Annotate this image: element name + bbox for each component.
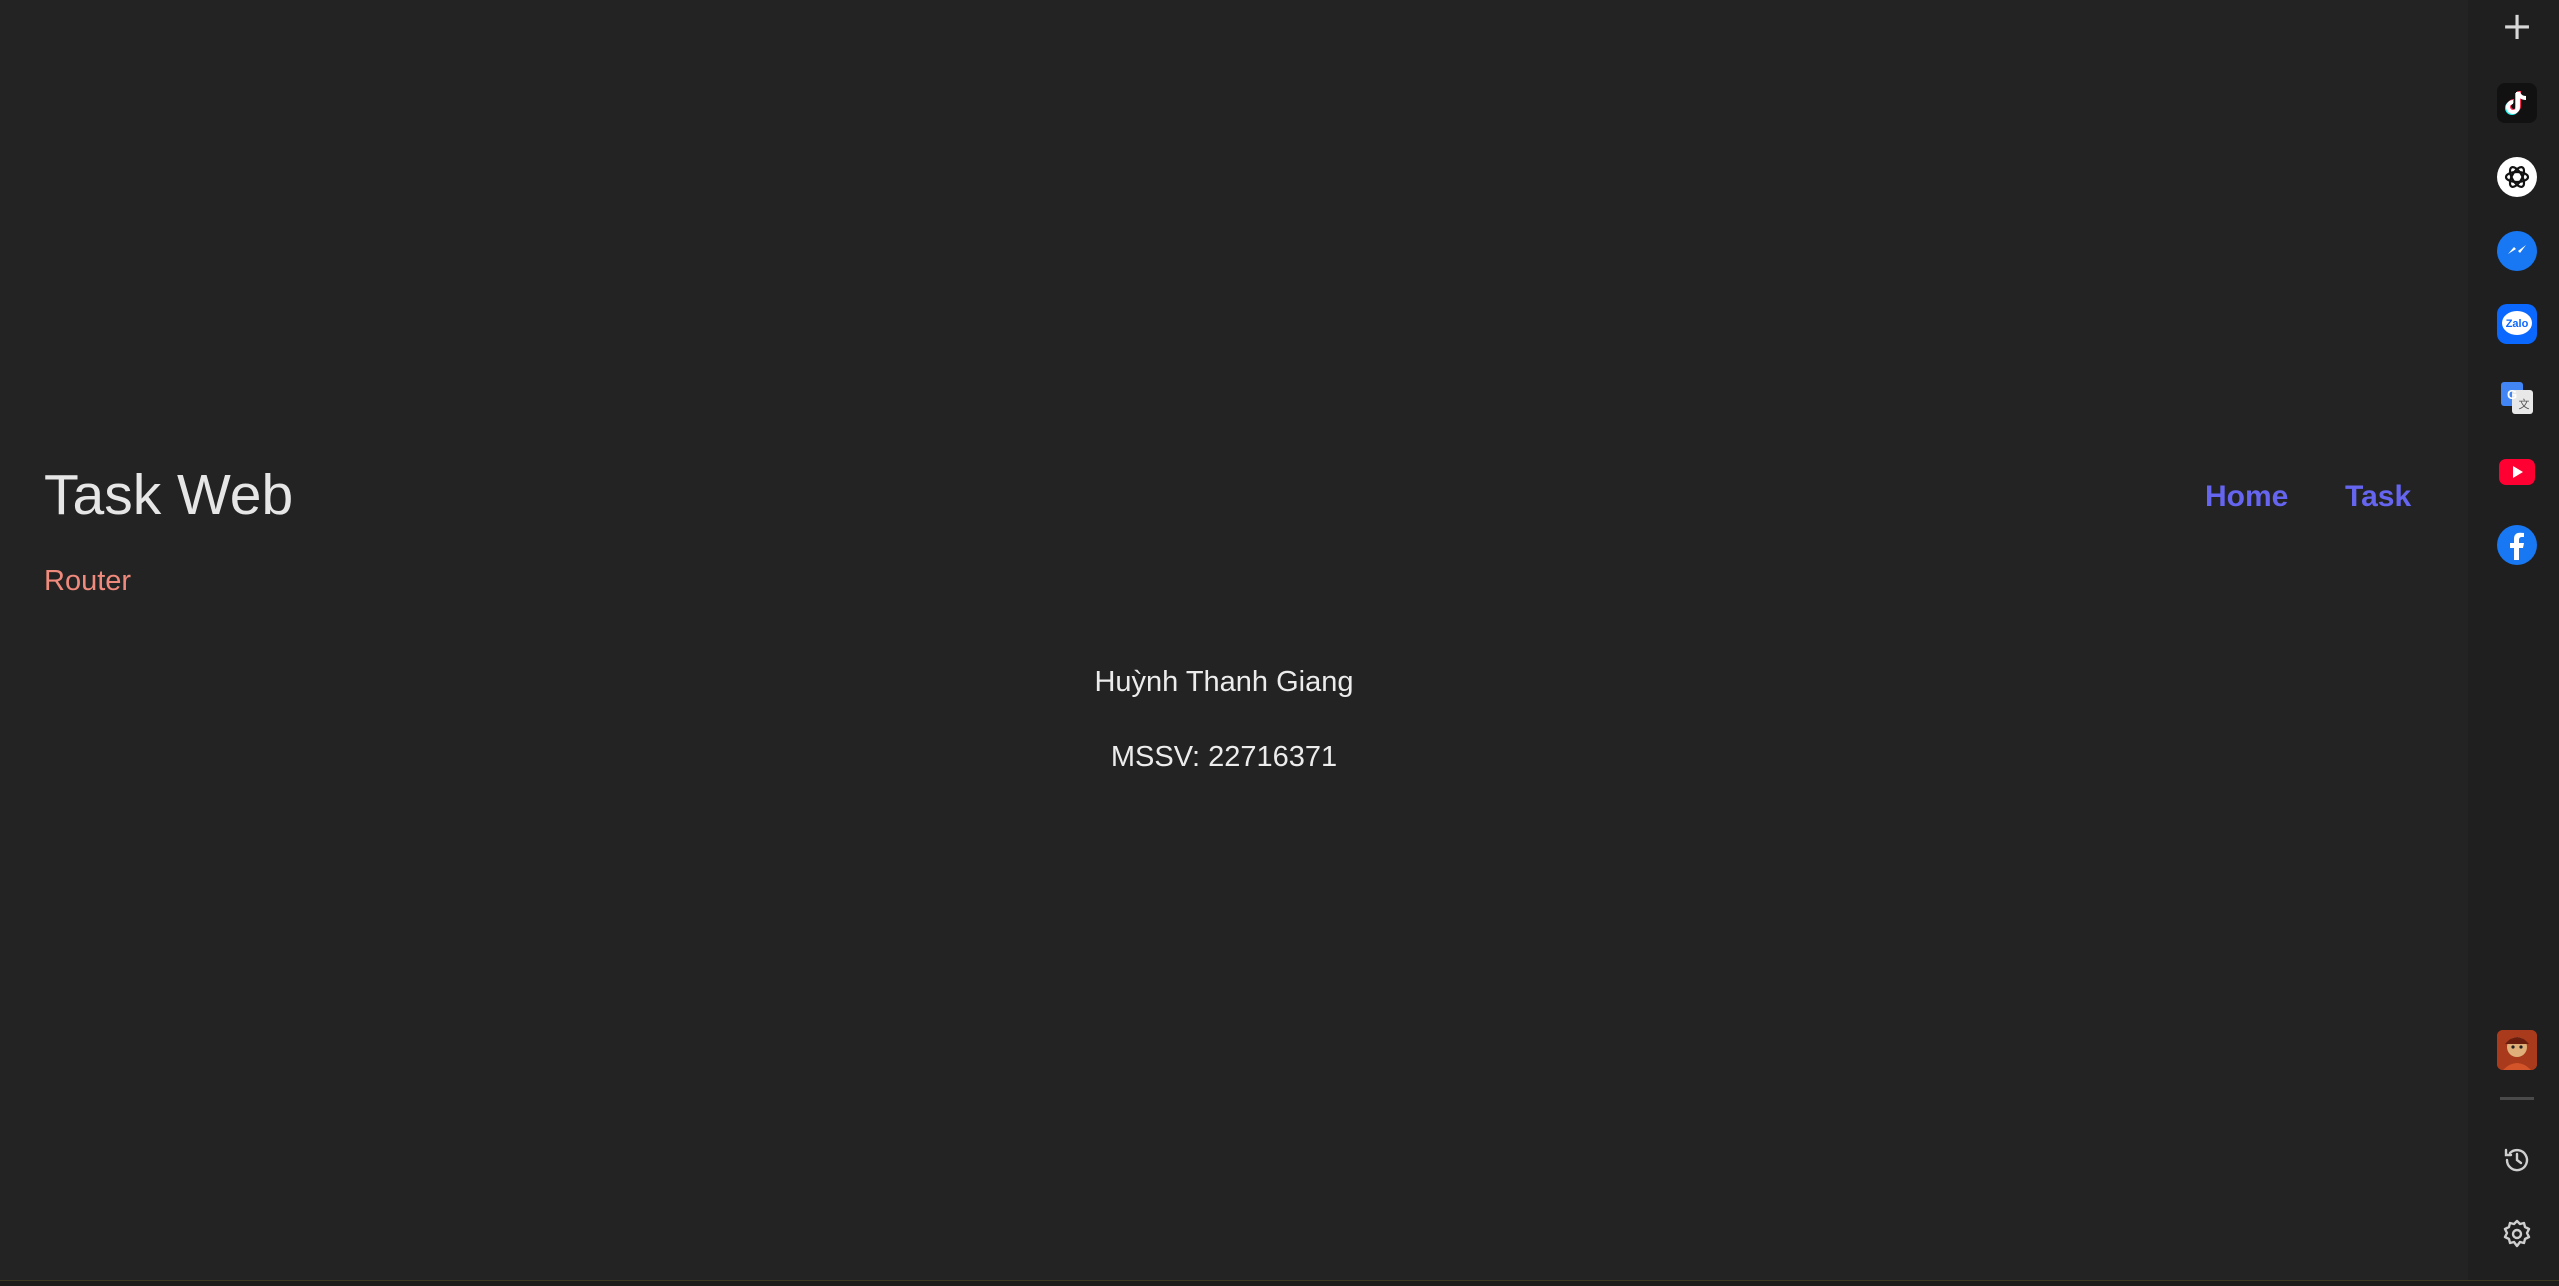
main-content: Huỳnh Thanh Giang MSSV: 22716371 — [0, 665, 2448, 815]
settings-icon[interactable] — [2497, 1214, 2537, 1254]
chatgpt-icon[interactable] — [2497, 157, 2537, 197]
nav-link-task[interactable]: Task — [2345, 480, 2411, 513]
facebook-icon[interactable] — [2497, 525, 2537, 565]
tiktok-icon[interactable] — [2497, 83, 2537, 123]
student-name: Huỳnh Thanh Giang — [1094, 666, 1354, 698]
youtube-icon[interactable] — [2497, 452, 2537, 492]
plus-icon[interactable]: + — [2497, 4, 2537, 48]
browser-viewport: Task Web Router Home Task Huỳnh Thanh Gi… — [0, 0, 2468, 1280]
top-nav: Home Task — [0, 480, 2468, 520]
sidebar-divider — [2500, 1097, 2534, 1100]
google-translate-icon[interactable]: G 文 — [2497, 378, 2537, 418]
window-bottom-border — [0, 1280, 2559, 1286]
avatar-icon[interactable] — [2497, 1030, 2537, 1070]
page-subtitle: Router — [44, 565, 132, 597]
svg-text:Zalo: Zalo — [2506, 318, 2529, 330]
nav-link-home[interactable]: Home — [2205, 480, 2288, 513]
svg-text:文: 文 — [2519, 397, 2530, 411]
history-icon[interactable] — [2497, 1140, 2537, 1180]
messenger-icon[interactable] — [2497, 231, 2537, 271]
svg-text:G: G — [2507, 387, 2517, 402]
student-id: MSSV: 22716371 — [1110, 740, 1338, 773]
zalo-icon[interactable]: Zalo — [2497, 304, 2537, 344]
